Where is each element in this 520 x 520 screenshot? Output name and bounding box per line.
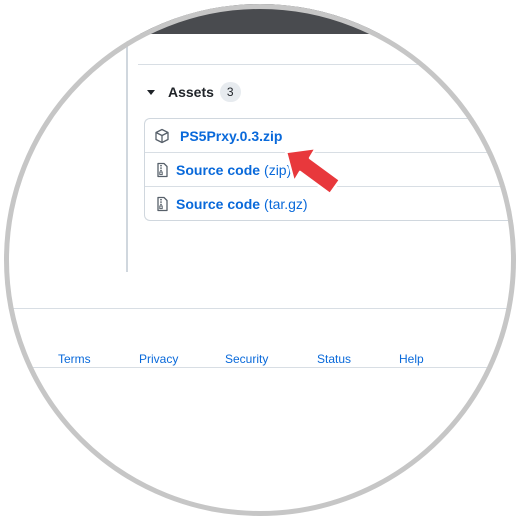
top-bar [4,4,516,34]
footer-link-privacy[interactable]: Privacy [139,352,178,366]
assets-count-badge: 3 [219,82,241,102]
file-zip-icon [154,196,170,212]
magnifier-lens: Assets 3 PS5Prxy.0.3.zip Source code (zi… [4,4,516,516]
source-code-zip-link[interactable]: Source code [176,162,260,178]
assets-title: Assets [168,84,214,100]
timeline-divider [126,34,128,272]
assets-toggle[interactable]: Assets 3 [144,80,241,104]
footer-bottom-divider [4,367,516,368]
section-divider [138,64,516,65]
file-zip-icon [154,162,170,178]
footer-link-terms[interactable]: Terms [58,352,91,366]
footer-link-status[interactable]: Status [317,352,351,366]
screenshot-stage: Assets 3 PS5Prxy.0.3.zip Source code (zi… [0,0,520,520]
footer-link-help[interactable]: Help [399,352,424,366]
asset-download-link[interactable]: PS5Prxy.0.3.zip [180,128,282,144]
footer-divider [4,308,516,309]
source-code-targz-link[interactable]: Source code [176,196,260,212]
caret-down-icon [147,89,155,95]
pointer-arrow-icon [284,146,342,196]
package-icon [154,128,170,144]
footer-link-security[interactable]: Security [225,352,268,366]
